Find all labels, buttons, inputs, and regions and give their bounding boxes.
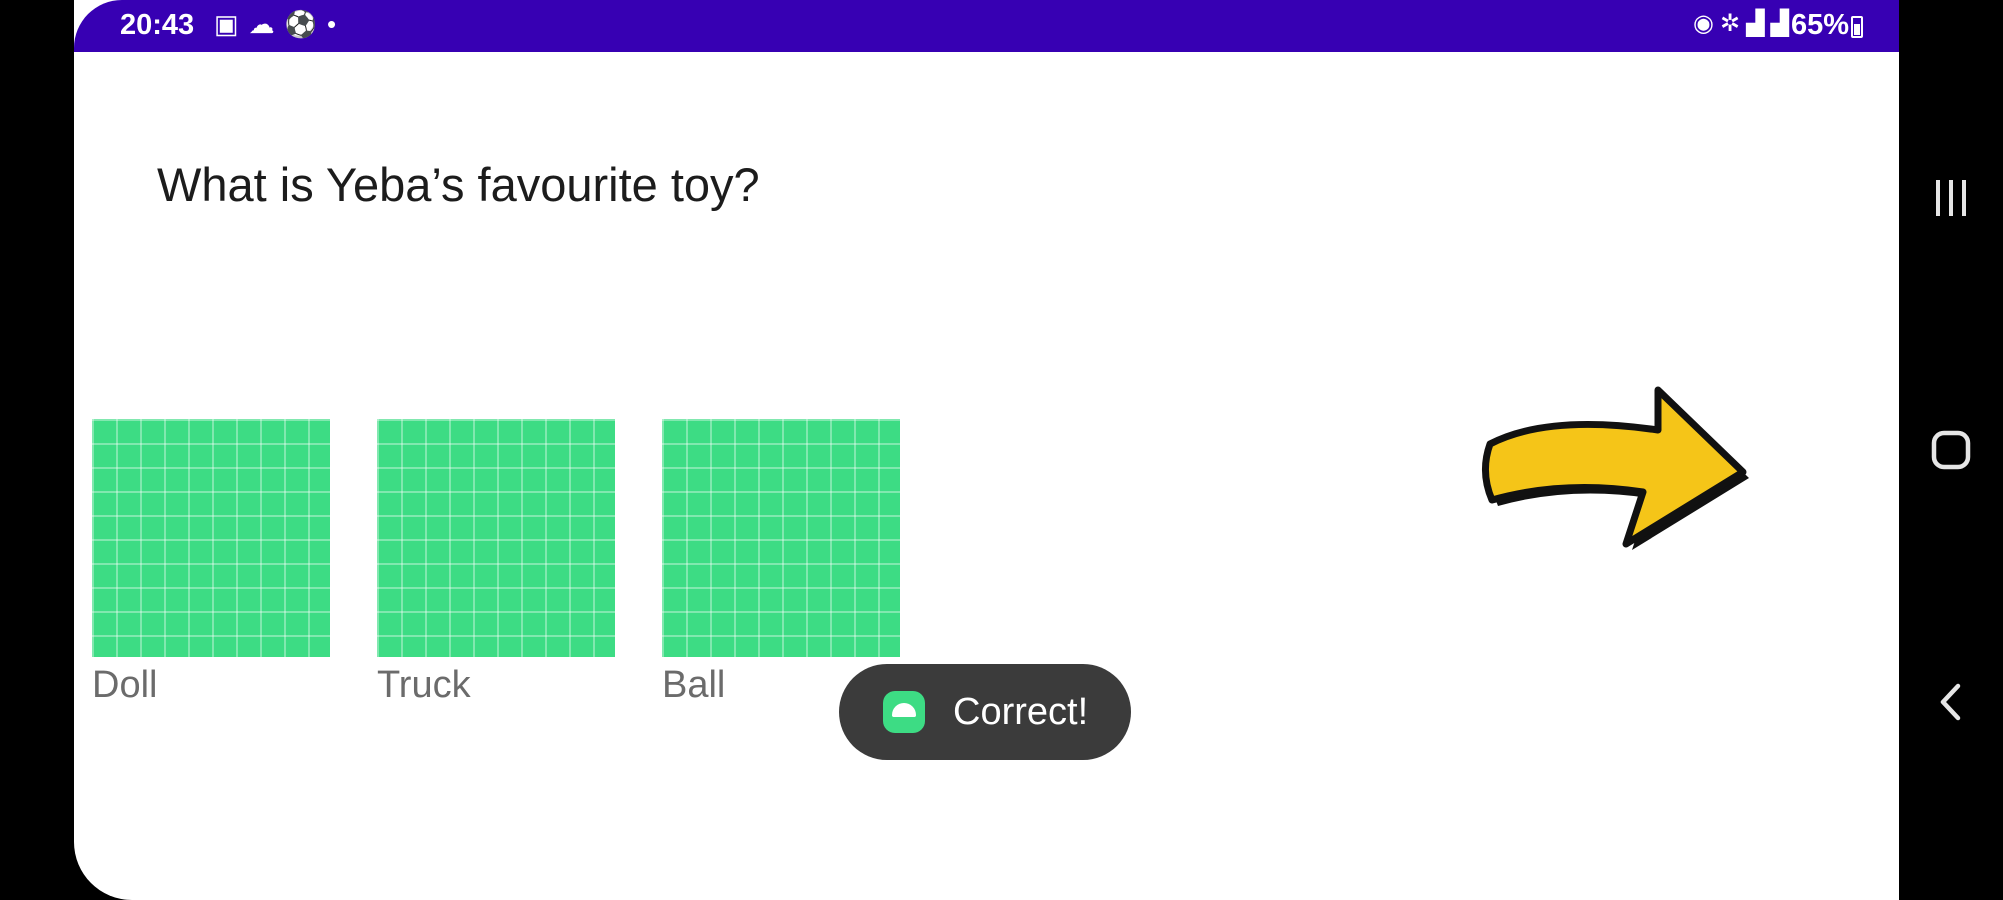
option-ball-image[interactable] [662, 419, 900, 657]
signal-icon: ▟ [1746, 10, 1771, 37]
arrow-right-icon [1482, 386, 1749, 550]
navigation-bar [1899, 0, 2003, 900]
soccer-ball-icon: ⚽ [284, 9, 327, 39]
android-icon [883, 691, 925, 733]
battery-percent: 65% [1790, 9, 1849, 41]
recents-icon[interactable] [1911, 158, 1991, 238]
option-doll-label[interactable]: Doll [92, 664, 157, 707]
status-system-icons: ◉✲▟▟ [1693, 9, 1795, 38]
option-truck-image[interactable] [377, 419, 615, 657]
question-text: What is Yeba’s favourite toy? [157, 158, 760, 211]
status-time: 20:43 [120, 9, 195, 41]
gallery-icon: ▣ [214, 9, 249, 39]
toast-message: Correct! [839, 664, 1131, 760]
battery-icon [1851, 16, 1863, 38]
wifi-icon: ✲ [1719, 10, 1747, 37]
option-truck-label[interactable]: Truck [377, 664, 471, 707]
option-ball-label[interactable]: Ball [662, 664, 725, 707]
next-arrow-button[interactable] [1478, 372, 1762, 558]
hotspot-icon: ◉ [1693, 10, 1720, 37]
status-notification-icons: ▣☁⚽• [214, 9, 346, 40]
option-doll-image[interactable] [92, 419, 330, 657]
dot-icon: • [326, 9, 347, 39]
status-bar: 20:43 ▣☁⚽• ◉✲▟▟ 65% [74, 0, 1899, 52]
toast-text: Correct! [953, 691, 1089, 733]
cloud-icon: ☁ [248, 9, 285, 39]
back-icon[interactable] [1911, 662, 1991, 742]
home-icon[interactable] [1911, 410, 1991, 490]
